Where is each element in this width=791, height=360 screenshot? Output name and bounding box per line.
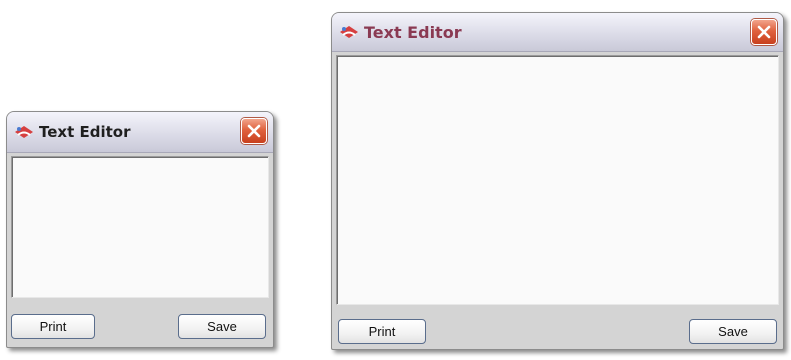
window-title: Text Editor xyxy=(39,123,131,141)
close-button[interactable] xyxy=(751,19,777,45)
app-icon xyxy=(15,126,33,138)
title-bar[interactable]: Text Editor xyxy=(332,13,783,52)
print-button[interactable]: Print xyxy=(11,314,95,339)
close-icon xyxy=(247,124,261,138)
text-editor-area[interactable] xyxy=(336,55,779,305)
text-editor-window-small: Text Editor Print Save xyxy=(6,111,274,348)
save-button[interactable]: Save xyxy=(689,319,777,344)
print-button[interactable]: Print xyxy=(338,319,426,344)
app-icon xyxy=(340,26,358,38)
close-button[interactable] xyxy=(241,118,267,144)
close-icon xyxy=(757,25,771,39)
save-button[interactable]: Save xyxy=(178,314,266,339)
title-bar[interactable]: Text Editor xyxy=(7,112,273,153)
text-editor-window-large: Text Editor Print Save xyxy=(331,12,784,350)
window-title: Text Editor xyxy=(364,22,462,42)
text-editor-area[interactable] xyxy=(11,156,269,298)
